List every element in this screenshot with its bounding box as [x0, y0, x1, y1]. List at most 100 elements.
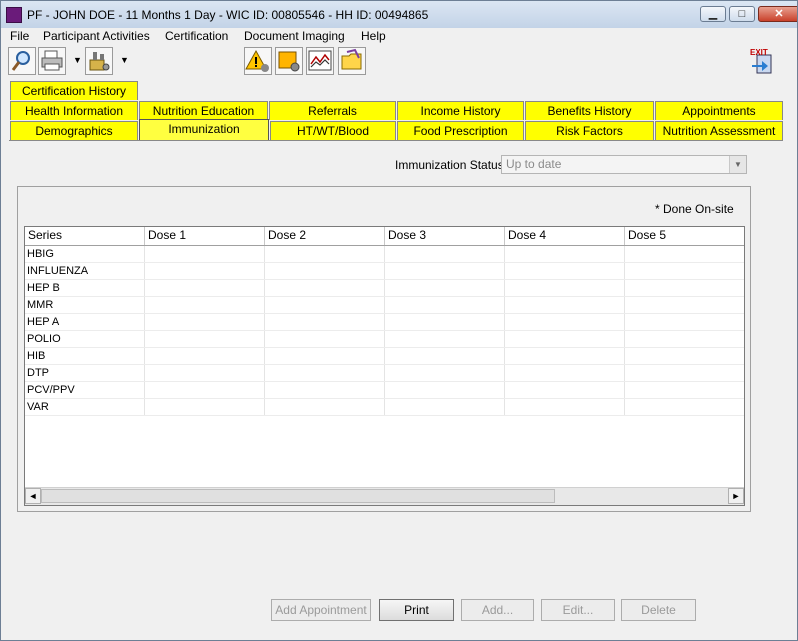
immunization-status-label: Immunization Status [395, 158, 504, 172]
print-button[interactable]: Print [379, 599, 454, 621]
print-toolbar-button[interactable] [38, 47, 66, 75]
dose-cell [265, 263, 385, 279]
dose-cell [145, 297, 265, 313]
minimize-button[interactable]: ▁ [700, 6, 726, 22]
column-header-dose-5[interactable]: Dose 5 [625, 227, 744, 245]
window-title: PF - JOHN DOE - 11 Months 1 Day - WIC ID… [27, 8, 429, 22]
tab-ht-wt-blood[interactable]: HT/WT/Blood [270, 121, 396, 140]
tab-strip: Certification History Health Information… [1, 81, 797, 141]
scroll-thumb[interactable] [41, 489, 555, 503]
edit-button[interactable]: Edit... [541, 599, 615, 621]
table-row[interactable]: POLIO [25, 331, 744, 348]
tab-risk-factors[interactable]: Risk Factors [525, 121, 654, 140]
column-header-dose-2[interactable]: Dose 2 [265, 227, 385, 245]
tab-demographics[interactable]: Demographics [10, 121, 138, 140]
menu-document-imaging[interactable]: Document Imaging [244, 29, 345, 43]
alert-toolbar-button[interactable] [244, 47, 272, 75]
tab-food-prescription[interactable]: Food Prescription [397, 121, 524, 140]
dose-cell [625, 382, 744, 398]
tab-income-history[interactable]: Income History [397, 101, 524, 120]
immunization-status-select[interactable]: Up to date ▼ [501, 155, 747, 174]
table-row[interactable]: HEP B [25, 280, 744, 297]
dose-cell [625, 297, 744, 313]
dose-cell [385, 365, 505, 381]
maximize-button[interactable]: □ [729, 6, 755, 22]
table-row[interactable]: MMR [25, 297, 744, 314]
series-cell: HEP A [25, 314, 145, 330]
column-header-dose-1[interactable]: Dose 1 [145, 227, 265, 245]
dose-cell [625, 399, 744, 415]
tab-benefits-history[interactable]: Benefits History [525, 101, 654, 120]
tab-appointments[interactable]: Appointments [655, 101, 783, 120]
column-header-dose-3[interactable]: Dose 3 [385, 227, 505, 245]
table-row[interactable]: VAR [25, 399, 744, 416]
dose-cell [145, 246, 265, 262]
menu-bar: File Participant Activities Certificatio… [1, 28, 797, 46]
series-cell: PCV/PPV [25, 382, 145, 398]
tab-referrals[interactable]: Referrals [269, 101, 396, 120]
dose-cell [265, 399, 385, 415]
tools-toolbar-button[interactable] [85, 47, 113, 75]
table-row[interactable]: HEP A [25, 314, 744, 331]
chart-toolbar-button[interactable] [306, 47, 334, 75]
tab-certification-history[interactable]: Certification History [10, 81, 138, 100]
title-bar[interactable]: PF - JOHN DOE - 11 Months 1 Day - WIC ID… [1, 1, 797, 28]
search-icon [11, 51, 30, 71]
add-appointment-button[interactable]: Add Appointment [271, 599, 371, 621]
exit-label: EXIT [750, 48, 768, 57]
search-button[interactable] [8, 47, 36, 75]
dose-cell [145, 365, 265, 381]
exit-button[interactable]: EXIT [748, 47, 776, 75]
tab-panel-border [9, 140, 783, 141]
tab-nutrition-assessment[interactable]: Nutrition Assessment [655, 121, 783, 140]
tools-dropdown[interactable]: ▼ [120, 55, 129, 65]
series-cell: HBIG [25, 246, 145, 262]
column-header-series[interactable]: Series [25, 227, 145, 245]
menu-help[interactable]: Help [361, 29, 386, 43]
dose-cell [505, 280, 625, 296]
table-row[interactable]: HBIG [25, 246, 744, 263]
series-cell: HIB [25, 348, 145, 364]
immunization-grid[interactable]: Series Dose 1 Dose 2 Dose 3 Dose 4 Dose … [24, 226, 745, 506]
menu-file[interactable]: File [10, 29, 29, 43]
horizontal-scrollbar[interactable]: ◄ ► [25, 487, 744, 505]
scroll-left-button[interactable]: ◄ [25, 488, 41, 504]
app-icon [6, 7, 22, 23]
menu-participant-activities[interactable]: Participant Activities [43, 29, 150, 43]
table-row[interactable]: INFLUENZA [25, 263, 744, 280]
dose-cell [505, 246, 625, 262]
series-cell: MMR [25, 297, 145, 313]
dose-cell [145, 399, 265, 415]
menu-certification[interactable]: Certification [165, 29, 228, 43]
dose-cell [265, 297, 385, 313]
add-button[interactable]: Add... [461, 599, 534, 621]
dose-cell [505, 331, 625, 347]
immunization-status-value: Up to date [506, 157, 562, 171]
tab-health-information[interactable]: Health Information [10, 101, 138, 120]
gear-note-icon [278, 51, 300, 72]
dose-cell [385, 348, 505, 364]
dose-cell [505, 399, 625, 415]
dose-cell [385, 280, 505, 296]
dose-cell [145, 280, 265, 296]
table-row[interactable]: HIB [25, 348, 744, 365]
toolbar: ▼ ▼ EXIT [1, 47, 797, 79]
tab-nutrition-education[interactable]: Nutrition Education [139, 101, 268, 120]
print-dropdown[interactable]: ▼ [73, 55, 82, 65]
table-row[interactable]: PCV/PPV [25, 382, 744, 399]
dose-cell [625, 365, 744, 381]
dose-cell [145, 348, 265, 364]
folder-toolbar-button[interactable] [338, 47, 366, 75]
close-button[interactable]: ✕ [758, 6, 797, 22]
delete-button[interactable]: Delete [621, 599, 696, 621]
chevron-down-icon[interactable]: ▼ [729, 156, 746, 173]
column-header-dose-4[interactable]: Dose 4 [505, 227, 625, 245]
dose-cell [625, 314, 744, 330]
note-toolbar-button[interactable] [275, 47, 303, 75]
table-row[interactable]: DTP [25, 365, 744, 382]
tab-immunization[interactable]: Immunization [139, 119, 269, 141]
grid-header: Series Dose 1 Dose 2 Dose 3 Dose 4 Dose … [25, 227, 744, 246]
series-cell: VAR [25, 399, 145, 415]
series-cell: HEP B [25, 280, 145, 296]
scroll-right-button[interactable]: ► [728, 488, 744, 504]
